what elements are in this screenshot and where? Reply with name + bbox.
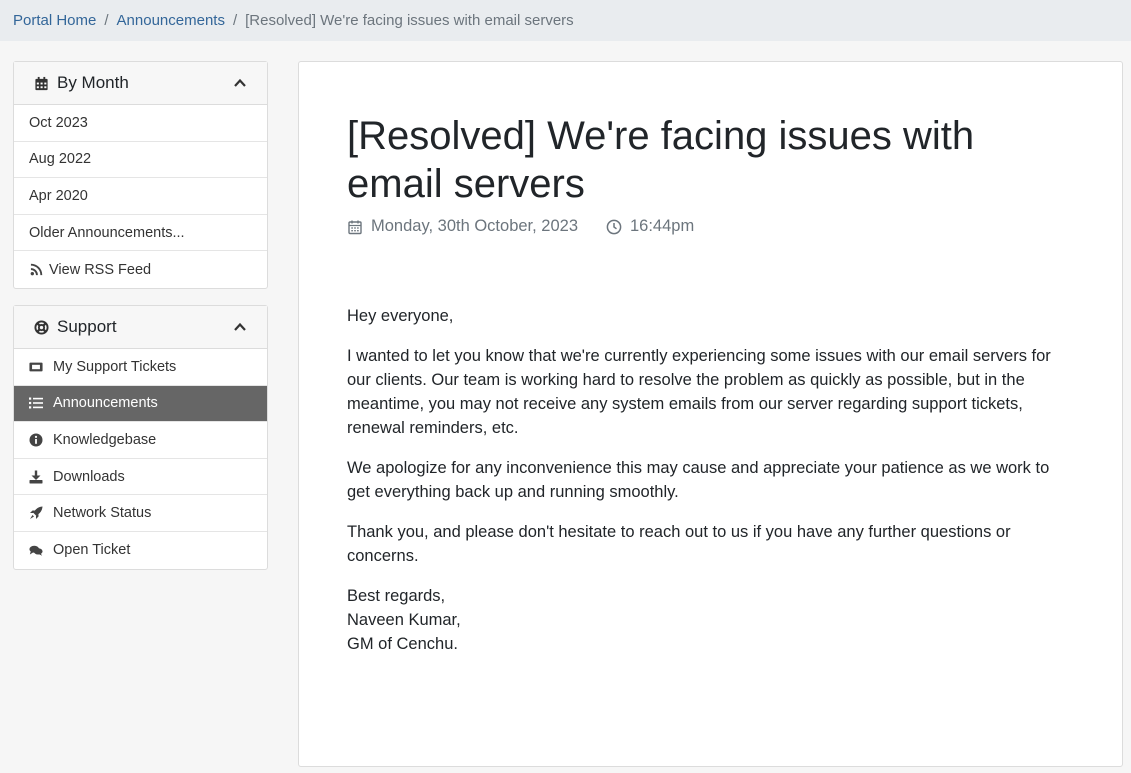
- breadcrumb-current: [Resolved] We're facing issues with emai…: [245, 12, 574, 29]
- support-title: Support: [57, 317, 117, 336]
- rss-feed-link[interactable]: View RSS Feed: [14, 251, 267, 288]
- calendar-icon: [34, 76, 49, 91]
- breadcrumb-home-link[interactable]: Portal Home: [13, 12, 96, 29]
- by-month-title: By Month: [57, 73, 129, 92]
- comments-icon: [29, 543, 43, 557]
- month-item-label: Aug 2022: [29, 151, 92, 168]
- support-header[interactable]: Support: [14, 306, 267, 349]
- chevron-up-icon[interactable]: [233, 76, 247, 90]
- info-circle-icon: [29, 433, 43, 447]
- announcement-paragraph: Hey everyone,: [347, 307, 454, 325]
- ticket-icon: [29, 360, 43, 374]
- rss-icon: [29, 263, 43, 277]
- sidebar-item-announcements[interactable]: Announcements: [14, 385, 267, 423]
- announcement-paragraph: I wanted to let you know that we're curr…: [347, 347, 1051, 437]
- sidebar-item-label: Network Status: [53, 505, 152, 522]
- signoff-line: GM of Cenchu.: [347, 635, 458, 653]
- month-item-apr-2020[interactable]: Apr 2020: [14, 178, 267, 215]
- breadcrumb-separator: /: [104, 12, 109, 29]
- sidebar-item-open-ticket[interactable]: Open Ticket: [14, 532, 267, 569]
- announcement-meta: Monday, 30th October, 2023 16:44pm: [347, 217, 1074, 236]
- sidebar-item-downloads[interactable]: Downloads: [14, 459, 267, 496]
- older-announcements-link[interactable]: Older Announcements...: [14, 215, 267, 252]
- download-icon: [29, 470, 43, 484]
- month-item-oct-2023[interactable]: Oct 2023: [14, 105, 267, 142]
- rocket-icon: [29, 506, 43, 520]
- sidebar-item-label: Knowledgebase: [53, 431, 157, 448]
- breadcrumb: Portal Home / Announcements / [Resolved]…: [0, 0, 1131, 41]
- clock-icon: [606, 219, 622, 235]
- sidebar-item-label: Downloads: [53, 468, 125, 485]
- sidebar-item-knowledgebase[interactable]: Knowledgebase: [14, 422, 267, 459]
- breadcrumb-announcements-link[interactable]: Announcements: [117, 12, 225, 29]
- month-item-aug-2022[interactable]: Aug 2022: [14, 142, 267, 179]
- announcement-time: 16:44pm: [630, 217, 695, 235]
- rss-feed-label: View RSS Feed: [49, 261, 152, 278]
- by-month-header[interactable]: By Month: [14, 62, 267, 105]
- sidebar-item-label: Announcements: [53, 395, 158, 412]
- month-item-label: Oct 2023: [29, 114, 88, 131]
- announcement-signoff: Best regards, Naveen Kumar, GM of Cenchu…: [347, 584, 1074, 656]
- signoff-line: Best regards,: [347, 587, 446, 605]
- announcement-card: [Resolved] We're facing issues with emai…: [298, 61, 1123, 767]
- month-item-label: Older Announcements...: [29, 224, 185, 241]
- signoff-line: Naveen Kumar,: [347, 611, 461, 629]
- list-icon: [29, 396, 43, 410]
- breadcrumb-separator: /: [232, 12, 238, 29]
- calendar-icon: [347, 219, 363, 235]
- sidebar-item-label: My Support Tickets: [53, 358, 177, 375]
- announcement-body: Hey everyone, I wanted to let you know t…: [347, 304, 1074, 656]
- sidebar-item-label: Open Ticket: [53, 542, 131, 559]
- sidebar-item-my-support-tickets[interactable]: My Support Tickets: [14, 349, 267, 386]
- life-ring-icon: [34, 319, 49, 335]
- announcement-paragraph: Thank you, and please don't hesitate to …: [347, 523, 1011, 565]
- sidebar-item-network-status[interactable]: Network Status: [14, 495, 267, 532]
- announcement-paragraph: We apologize for any inconvenience this …: [347, 459, 1050, 501]
- announcement-title: [Resolved] We're facing issues with emai…: [347, 114, 975, 206]
- month-item-label: Apr 2020: [29, 187, 88, 204]
- support-panel: Support My Support Tickets Announcements…: [13, 305, 268, 570]
- by-month-panel: By Month Oct 2023 Aug 2022 Apr 2020 Olde…: [13, 61, 268, 289]
- announcement-date: Monday, 30th October, 2023: [371, 217, 578, 235]
- chevron-up-icon[interactable]: [233, 320, 247, 334]
